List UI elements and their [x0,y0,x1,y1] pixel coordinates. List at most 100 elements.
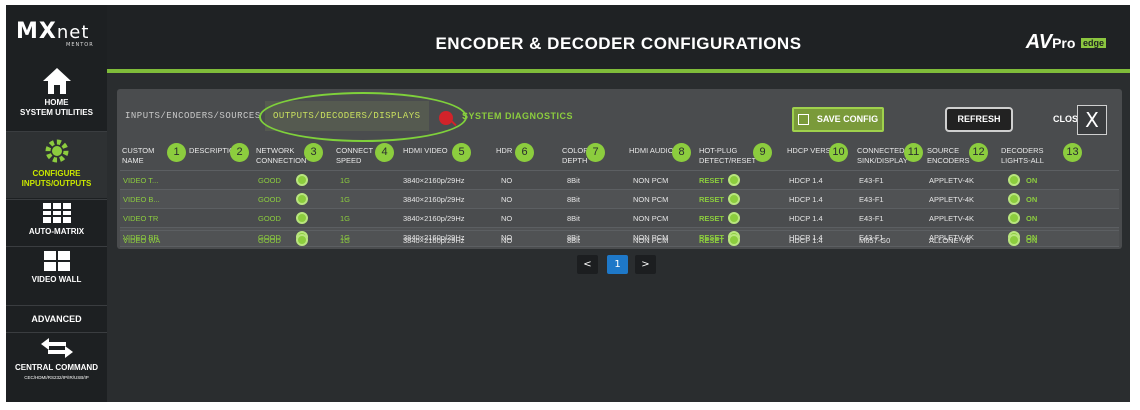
connect-speed: 1G [340,236,351,245]
callout-number: 6 [515,143,534,162]
callout-number: 3 [304,143,323,162]
network-status: GOOD [258,214,281,223]
close-button[interactable]: X [1077,105,1107,135]
hotplug-reset-button[interactable]: RESET [699,195,724,204]
column-header-hot-plug: HOT-PLUG DETECT/RESET [699,146,757,165]
column-header-connect-speed: CONNECT SPEED [336,146,373,165]
divider [6,199,107,200]
lights-status: ON [1026,236,1038,245]
sidebar-item-configure[interactable]: CONFIGURE INPUTS/OUTPUTS [6,132,107,198]
callout-number: 7 [586,143,605,162]
pagination-page-1[interactable]: 1 [607,255,628,274]
color-depth: 8Bit [567,236,580,245]
sidebar-item-auto-matrix[interactable]: AUTO-MATRIX [6,202,107,244]
source-encoder-select[interactable]: APPLETV-4K [929,195,974,204]
app-window: MXnet MENTOR HOME SYSTEM UTILITIES CONFI… [6,5,1130,402]
table-row: VIDEO B... GOOD 1G 3840×2160p/29Hz NO 8B… [120,189,1119,208]
column-header-hdmi-video: HDMI VIDEO [403,146,448,155]
hotplug-status-icon [728,234,740,246]
hotplug-reset-button[interactable]: RESET [699,236,724,245]
custom-name-cell[interactable]: VIDEO T... [123,176,158,185]
connected-sink: E43-F1 [859,214,884,223]
hdmi-video: 3840×2160p/29Hz [403,176,465,185]
source-encoder-select[interactable]: ALLONE-V6 [929,236,970,245]
hotplug-reset-button[interactable]: RESET [699,214,724,223]
color-depth: 8Bit [567,214,580,223]
sidebar: MXnet MENTOR HOME SYSTEM UTILITIES CONFI… [6,5,107,402]
connect-speed: 1G [340,214,351,223]
page-title: ENCODER & DECODER CONFIGURATIONS [107,5,1130,75]
network-status: GOOD [258,176,281,185]
hotplug-status-icon [728,212,740,224]
column-header-decoders-lights: DECODERS LIGHTS-ALL [1001,146,1044,165]
pagination-next-button[interactable]: > [635,255,656,274]
connect-speed: 1G [340,195,351,204]
sidebar-item-video-wall[interactable]: VIDEO WALL [6,250,107,298]
config-panel: INPUTS/ENCODERS/SOURCES OUTPUTS/DECODERS… [117,89,1122,249]
lights-status: ON [1026,214,1038,223]
lights-status: ON [1026,176,1038,185]
callout-number: 11 [904,143,923,162]
callout-number: 12 [969,143,988,162]
sidebar-item-home[interactable]: HOME SYSTEM UTILITIES [6,67,107,129]
callout-number: 4 [375,143,394,162]
hotplug-status-icon [728,174,740,186]
custom-name-cell[interactable]: VIDEO TR [123,214,158,223]
hdmi-video: 3840×2160p/29Hz [403,214,465,223]
divider [6,305,107,306]
divider [6,332,107,333]
column-header-custom-name: CUSTOM NAME [122,146,155,165]
sidebar-item-central-command[interactable]: CENTRAL COMMAND CEC/HDMI/RS232/IP/IR/USB… [6,336,107,396]
hdcp-version: HDCP 1.4 [789,176,823,185]
lights-toggle-icon[interactable] [1008,212,1020,224]
lights-status: ON [1026,195,1038,204]
pagination-prev-button[interactable]: < [577,255,598,274]
lights-toggle-icon[interactable] [1008,193,1020,205]
hdmi-audio: NON PCM [633,195,669,204]
lights-toggle-icon[interactable] [1008,174,1020,186]
save-icon [797,114,809,126]
network-status-icon [296,234,308,246]
callout-number: 9 [753,143,772,162]
callout-number: 10 [829,143,848,162]
avpro-edge-logo: AVPro edge [1025,31,1106,53]
connect-speed: 1G [340,176,351,185]
network-status-icon [296,212,308,224]
hdcp-version: HDCP 1.4 [789,195,823,204]
network-status-icon [296,174,308,186]
table-row: VIDEO T... GOOD 1G 3840×2160p/29Hz NO 8B… [120,170,1119,189]
divider [6,246,107,247]
custom-name-cell[interactable]: VIDEO WA [123,236,160,245]
hdr-value: NO [501,214,513,223]
mxnet-logo: MXnet [16,19,90,44]
refresh-button[interactable]: REFRESH [945,107,1013,132]
gear-icon [45,139,68,163]
table-row: VIDEO WA GOOD 1G 3840×2160p/29Hz NO 8Bit… [120,230,1119,249]
home-icon [42,68,71,94]
sidebar-item-advanced[interactable]: ADVANCED [6,307,107,331]
connected-sink: M657-G0 [859,236,891,245]
highlight-annotation [259,92,467,142]
main-content: INPUTS/ENCODERS/SOURCES OUTPUTS/DECODERS… [107,73,1130,402]
tab-system-diagnostics[interactable]: SYSTEM DIAGNOSTICS [462,111,573,121]
hdcp-version: HDCP 1.4 [789,236,823,245]
hdmi-audio: NON PCM [633,176,669,185]
source-encoder-select[interactable]: APPLETV-4K [929,214,974,223]
tab-inputs-encoders-sources[interactable]: INPUTS/ENCODERS/SOURCES [125,111,261,121]
column-header-hdr: HDR [496,146,513,155]
lights-toggle-icon[interactable] [1008,234,1020,246]
source-encoder-select[interactable]: APPLETV-4K [929,176,974,185]
network-status: GOOD [258,195,281,204]
save-config-button[interactable]: SAVE CONFIG [792,107,884,132]
hotplug-reset-button[interactable]: RESET [699,176,724,185]
callout-number: 1 [167,143,186,162]
matrix-grid-icon [42,203,71,223]
column-header-source-encoders: SOURCE ENCODERS [927,146,970,165]
custom-name-cell[interactable]: VIDEO B... [123,195,160,204]
network-status-icon [296,193,308,205]
hdmi-audio: NON PCM [633,236,669,245]
hdr-value: NO [501,236,513,245]
hdmi-video: 3840×2160p/29Hz [403,195,465,204]
callout-number: 13 [1063,143,1082,162]
arrows-icon [40,338,73,358]
